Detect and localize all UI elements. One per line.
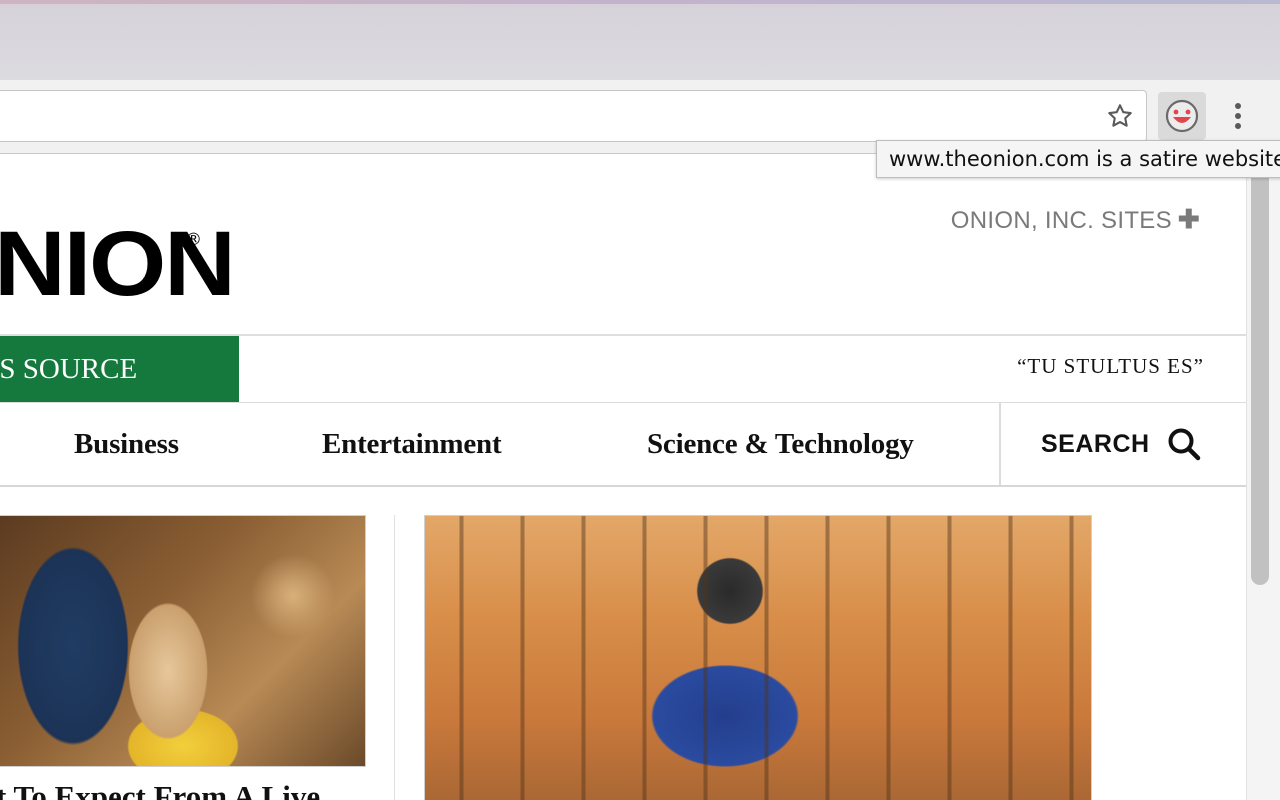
address-bar[interactable] (0, 90, 1147, 142)
nav-item-business[interactable]: Business (74, 403, 179, 485)
site-logo[interactable]: NION (0, 214, 236, 314)
nav-divider (999, 403, 1001, 485)
article-image-beauty-and-beast[interactable] (0, 515, 366, 767)
column-divider (394, 515, 395, 800)
kebab-menu-icon[interactable] (1220, 96, 1256, 136)
article-headline[interactable]: t To Expect From A Live (0, 779, 320, 800)
plus-icon: ✚ (1177, 204, 1200, 234)
search-icon (1168, 428, 1200, 461)
browser-tab-strip (0, 0, 1280, 80)
scrollbar-thumb[interactable] (1251, 160, 1269, 585)
satire-extension-button[interactable] (1158, 92, 1206, 140)
web-page: NION ® ONION, INC. SITES✚ WS SOURCE “TU … (0, 154, 1246, 800)
onion-sites-label: ONION, INC. SITES (950, 207, 1172, 234)
nav-item-science-technology[interactable]: Science & Technology (647, 403, 914, 485)
nav-item-entertainment[interactable]: Entertainment (322, 403, 502, 485)
tagline-band: WS SOURCE (0, 336, 239, 402)
registered-mark: ® (185, 230, 202, 250)
motto: “TU STULTUS ES” (1017, 354, 1204, 378)
onion-sites-link[interactable]: ONION, INC. SITES ✚ (951, 204, 1200, 235)
section-nav: Business Entertainment Science & Technol… (0, 403, 1246, 487)
bookmark-star-icon[interactable] (1100, 96, 1140, 136)
smiley-face-icon (1165, 99, 1199, 133)
search-button[interactable]: SEARCH (1041, 403, 1202, 485)
tagline-text: WS SOURCE (0, 353, 138, 385)
article-image-cyclist[interactable] (424, 515, 1092, 800)
extension-tooltip: www.theonion.com is a satire website (876, 140, 1280, 178)
search-label: SEARCH (1041, 429, 1150, 458)
